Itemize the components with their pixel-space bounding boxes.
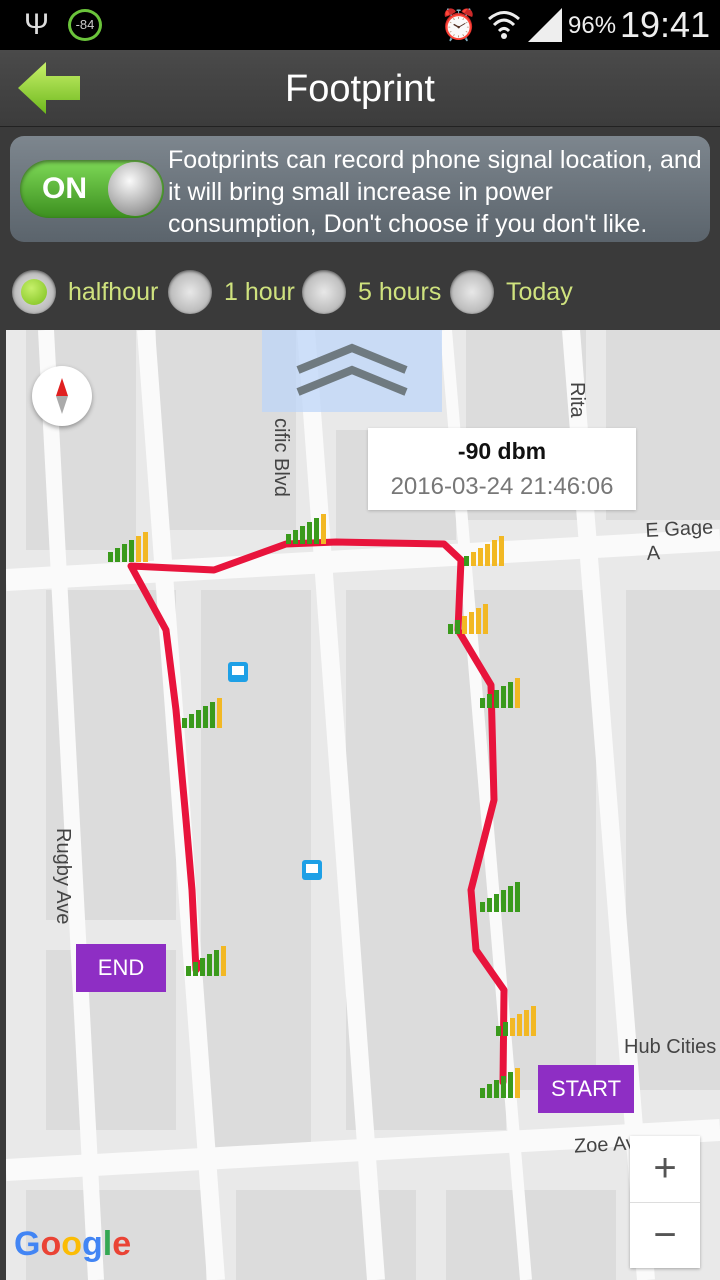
- street-label: Rita: [566, 382, 588, 418]
- alarm-icon: ⏰: [440, 9, 478, 42]
- footprint-toggle[interactable]: ON: [20, 160, 164, 218]
- zoom-control: + −: [630, 1136, 700, 1268]
- toggle-state-label: ON: [42, 172, 87, 205]
- clock: 19:41: [620, 4, 711, 45]
- expand-panel-button[interactable]: [262, 330, 442, 412]
- street-label: Zoe Av: [573, 1132, 637, 1158]
- usb-icon: Ψ: [24, 8, 50, 41]
- footprint-info-panel: ON Footprints can record phone signal lo…: [10, 136, 710, 242]
- double-chevron-up-icon: [296, 343, 408, 396]
- page-title: Footprint: [285, 68, 435, 110]
- street-label: Rugby Ave: [52, 828, 74, 925]
- google-logo: Google: [14, 1225, 132, 1263]
- cell-signal-icon: [528, 8, 562, 42]
- radio-dot-selected: [12, 270, 56, 314]
- street-label: E Gage A: [644, 516, 714, 565]
- time-range-selector: halfhour 1 hour 5 hours Today: [0, 262, 720, 322]
- radio-halfhour[interactable]: halfhour: [12, 268, 158, 316]
- tooltip-timestamp: 2016-03-24 21:46:06: [390, 473, 614, 500]
- footprint-description: Footprints can record phone signal locat…: [168, 146, 702, 238]
- map-view[interactable]: cific Blvd Rita E Gage A Rugby Ave Hub C…: [6, 330, 720, 1280]
- radio-dot: [168, 270, 212, 314]
- radio-5-hours[interactable]: 5 hours: [302, 268, 441, 316]
- zoom-in-button[interactable]: +: [630, 1136, 700, 1202]
- wifi-icon: [488, 11, 520, 39]
- status-bar: Ψ -84 ⏰ 96% 19:41: [0, 0, 720, 50]
- start-marker[interactable]: START: [538, 1065, 634, 1113]
- bus-stop-icon: [228, 662, 248, 682]
- zoom-out-button[interactable]: −: [630, 1202, 700, 1269]
- compass-icon: [56, 378, 68, 414]
- app-bar: Footprint: [0, 50, 720, 127]
- street-label: cific Blvd: [270, 418, 292, 497]
- end-marker[interactable]: END: [76, 944, 166, 992]
- bus-stop-icon: [302, 860, 322, 880]
- signal-tooltip: -90 dbm 2016-03-24 21:46:06: [368, 428, 636, 510]
- radio-today[interactable]: Today: [450, 268, 573, 316]
- radio-label: halfhour: [68, 277, 159, 306]
- compass-button[interactable]: [32, 366, 92, 426]
- radio-dot: [450, 270, 494, 314]
- battery-percent: 96%: [568, 12, 617, 39]
- street-label: Hub Cities: [624, 1036, 717, 1058]
- toggle-knob: [108, 162, 162, 216]
- tooltip-signal: -90 dbm: [457, 438, 547, 464]
- radio-label: 1 hour: [224, 277, 295, 306]
- radio-1-hour[interactable]: 1 hour: [168, 268, 295, 316]
- radio-label: Today: [506, 277, 573, 306]
- signal-badge: -84: [68, 9, 102, 41]
- radio-dot: [302, 270, 346, 314]
- radio-label: 5 hours: [358, 277, 442, 306]
